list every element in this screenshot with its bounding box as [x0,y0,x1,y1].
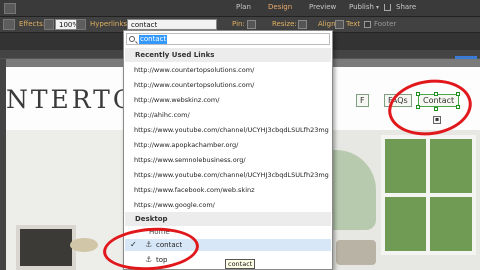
pin-icon[interactable] [247,20,256,29]
photo-window [381,135,476,255]
recent-link-item[interactable]: http://www.countertopsolutions.com/ [134,78,329,92]
menu-design[interactable]: Design [268,3,292,11]
recent-links-header: Recently Used Links [125,48,331,62]
recent-link-item[interactable]: https://www.youtube.com/channel/UCYHJ3cb… [134,123,329,137]
footer-label: Footer [374,20,397,28]
link-search-value: contact [139,35,168,44]
hover-tooltip: contact [225,259,256,269]
effects-label: Effects: [19,20,46,28]
menu-publish-label: Publish [349,3,374,11]
chevron-down-icon: ▾ [375,4,379,11]
window-mullion-horizontal [385,193,472,197]
recent-link-item[interactable]: https://www.facebook.com/web.skinz [134,183,329,197]
recent-link-item[interactable]: http://www.webskinz.com/ [134,93,329,107]
desktop-header: Desktop [125,212,331,226]
top-menu-bar: Plan Design Preview Publish ▾ Share [0,0,480,17]
text-link[interactable]: Text [346,20,360,28]
photo-lamp [70,238,98,252]
photo-fireplace [16,225,76,270]
pin-label: Pin: [232,20,245,28]
footer-checkbox[interactable] [364,21,371,28]
app-window: Plan Design Preview Publish ▾ Share Effec… [0,0,480,270]
hyperlinks-label: Hyperlinks: [90,20,130,28]
opacity-stepper[interactable] [76,19,86,30]
recent-link-item[interactable]: http://www.apopkachamber.org/ [134,138,329,152]
recent-link-item[interactable]: https://www.google.com/ [134,198,329,212]
menu-publish[interactable]: Publish ▾ [349,3,379,11]
resize-icon[interactable] [298,20,307,29]
menu-plan[interactable]: Plan [236,3,251,11]
effects-swatch[interactable] [44,19,54,30]
recent-link-item[interactable]: http://ahihc.com/ [134,108,329,122]
photo-chair [336,240,376,265]
search-icon [129,36,135,42]
window-menu-icon[interactable] [4,3,16,14]
recent-link-item[interactable]: http://www.countertopsolutions.com/ [134,63,329,77]
link-search-input[interactable]: contact [126,33,330,45]
recent-link-item[interactable]: https://www.youtube.com/channel/UCYHJ3cb… [134,168,329,182]
fill-swatch[interactable] [3,19,15,30]
align-icon[interactable] [335,20,344,29]
resize-label: Resize: [272,20,297,28]
menu-share[interactable]: Share [396,3,416,11]
menu-preview[interactable]: Preview [309,3,336,11]
hyperlinks-field[interactable]: contact [127,19,217,30]
share-icon[interactable] [384,4,391,11]
recent-link-item[interactable]: https://www.semnolebusiness.org/ [134,153,329,167]
